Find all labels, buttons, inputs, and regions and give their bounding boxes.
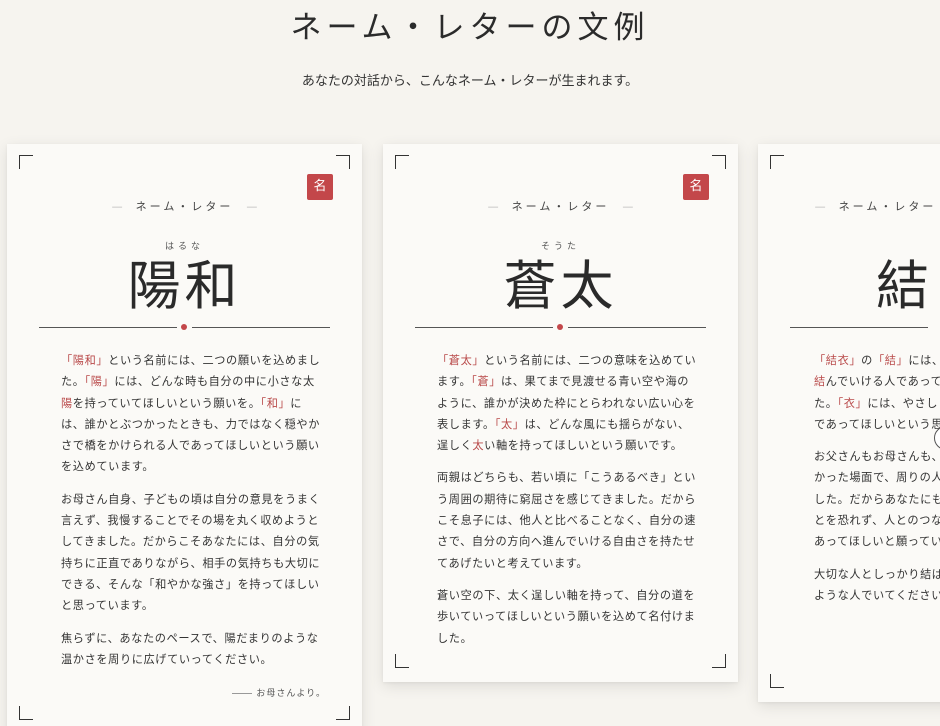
corner-mark (19, 706, 33, 720)
child-name: 陽和 (127, 256, 242, 317)
card-label: — ネーム・レター (814, 200, 937, 213)
letter-paragraph: 大切な人としっかり結ばれながら、やさしい衣のような人でいてください。 (814, 564, 940, 607)
letter-paragraph: 蒼い空の下、太く逞しい軸を持って、自分の道を歩いていってほしいという願いを込めて… (437, 585, 699, 649)
divider-dot (181, 324, 187, 330)
letter-text: には、人と人を結ぶような縁を (908, 354, 940, 367)
corner-mark (770, 674, 784, 688)
letter-text: 大切な人としっかり結ばれながら、やさしい衣のような人でいてください。 (814, 567, 940, 602)
letter-carousel[interactable]: 名 — ネーム・レター — はるな 陽和 「陽和」という名前には、二つの願いを込… (0, 0, 940, 726)
letter-text: い軸を持ってほしいという願いです。 (484, 439, 683, 453)
corner-mark (336, 706, 350, 720)
highlighted-name-text: 太 (472, 439, 485, 453)
name-reading: そうた (540, 242, 580, 252)
divider-line (39, 327, 177, 328)
highlighted-name-text: 「結衣」 (814, 354, 862, 367)
corner-mark (770, 155, 784, 169)
letter-card[interactable]: — ネーム・レター 結 「結衣」の「結」には、人と人を結ぶような縁を結んでいける… (758, 144, 940, 702)
highlighted-name-text: 結 (814, 375, 826, 389)
letter-card[interactable]: 名 — ネーム・レター — そうた 蒼太 「蒼太」という名前には、二つの意味を込… (383, 144, 738, 682)
letter-body: 「蒼太」という名前には、二つの意味を込めています。「蒼」は、果てまで見渡せる青い… (437, 350, 699, 660)
letter-body: 「陽和」という名前には、二つの願いを込めました。「陽」には、どんな時も自分の中に… (61, 350, 323, 681)
corner-mark (395, 155, 409, 169)
corner-mark (395, 654, 409, 668)
letter-text: お母さん自身、子どもの頃は自分の意見をうまく言えず、我慢することでその場を丸く収… (61, 492, 321, 613)
divider-line (415, 327, 553, 328)
letter-card[interactable]: 名 — ネーム・レター — はるな 陽和 「陽和」という名前には、二つの願いを込… (7, 144, 362, 726)
highlighted-name-text: 「蒼太」 (437, 354, 485, 367)
highlighted-name-text: 「結」 (872, 354, 909, 367)
divider-line (790, 327, 928, 328)
letter-body: 「結衣」の「結」には、人と人を結ぶような縁を結んでいける人であってほしい願いを込… (814, 350, 940, 617)
letter-paragraph: 「結衣」の「結」には、人と人を結ぶような縁を結んでいける人であってほしい願いを込… (814, 350, 940, 435)
letter-text: を持っていてほしいという願いを。 (72, 396, 261, 410)
divider-line (568, 327, 706, 328)
corner-mark (712, 155, 726, 169)
corner-mark (336, 155, 350, 169)
letter-paragraph: 「蒼太」という名前には、二つの意味を込めています。「蒼」は、果てまで見渡せる青い… (437, 350, 699, 456)
highlighted-name-text: 「衣」 (837, 396, 868, 410)
name-stamp: 名 (307, 174, 333, 200)
letter-paragraph: お母さん自身、子どもの頃は自分の意見をうまく言えず、我慢することでその場を丸く収… (61, 489, 323, 617)
child-name: 蒼太 (503, 256, 618, 317)
signature: お母さんより。 (232, 686, 326, 699)
letter-paragraph: お父さんもお母さんも、一人では乗り越えられなかった場面で、周りの人に助けられて越… (814, 446, 940, 552)
card-label: — ネーム・レター — (487, 200, 634, 213)
name-stamp: 名 (683, 174, 709, 200)
corner-mark (712, 654, 726, 668)
highlighted-name-text: 「蒼」 (471, 375, 502, 389)
letter-text: 蒼い空の下、太く逞しい軸を持って、自分の道を歩いていってほしいという願いを込めて… (437, 588, 696, 645)
letter-text: 焦らずに、あなたのペースで、陽だまりのような温かさを周りに広げていってください。 (61, 631, 319, 666)
letter-paragraph: 焦らずに、あなたのペースで、陽だまりのような温かさを周りに広げていってください。 (61, 628, 323, 671)
highlighted-name-text: 「陽和」 (61, 354, 109, 367)
letter-paragraph: 「陽和」という名前には、二つの願いを込めました。「陽」には、どんな時も自分の中に… (61, 350, 323, 478)
highlighted-name-text: 陽 (61, 396, 73, 410)
corner-mark (19, 155, 33, 169)
highlighted-name-text: 「陽」 (84, 375, 115, 389)
letter-text: お父さんもお母さんも、一人では乗り越えられなかった場面で、周りの人に助けられて越… (814, 450, 940, 549)
divider-dot (557, 324, 563, 330)
name-reading: はるな (164, 242, 204, 252)
letter-paragraph: 両親はどちらも、若い頃に「こうあるべき」という周囲の期待に窮屈さを感じてきました… (437, 467, 699, 573)
letter-text: には、どんな時も自分の中に小さな太 (114, 375, 315, 389)
divider-line (192, 327, 330, 328)
letter-text: 両親はどちらも、若い頃に「こうあるべき」という周囲の期待に窮屈さを感じてきました… (437, 471, 696, 570)
child-name: 結 (876, 256, 933, 317)
highlighted-name-text: 「太」 (494, 417, 525, 431)
card-label: — ネーム・レター — (111, 200, 258, 213)
letter-text: の (861, 354, 873, 367)
highlighted-name-text: 「和」 (260, 396, 291, 410)
